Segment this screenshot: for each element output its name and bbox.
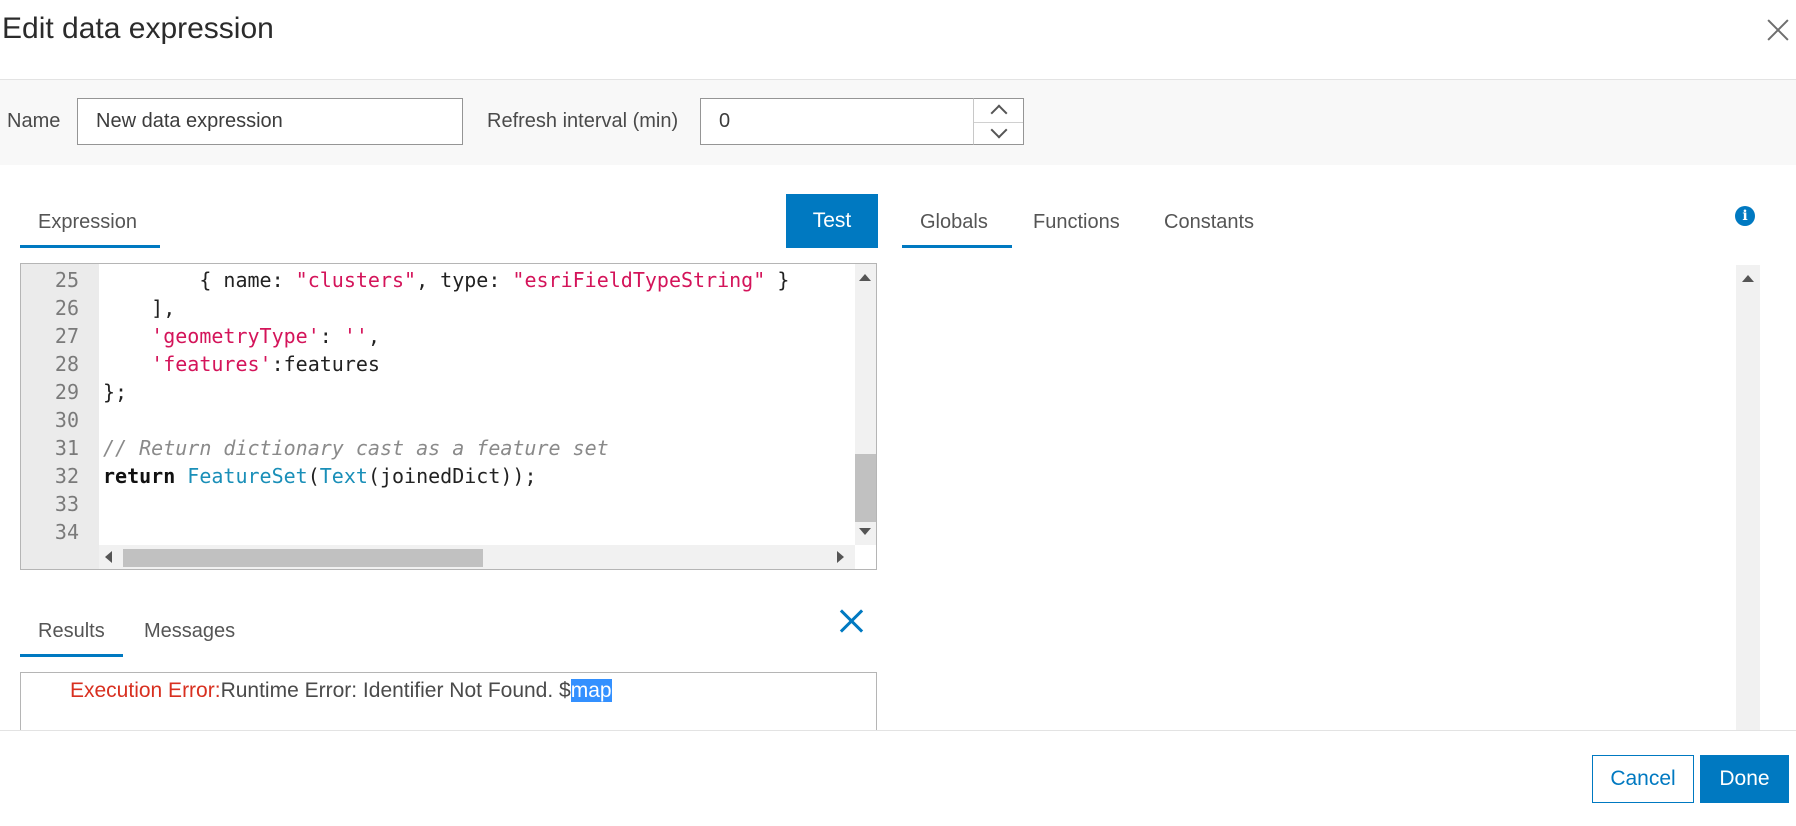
code-token: : (319, 324, 344, 348)
editor-vertical-scroll-thumb[interactable] (855, 454, 876, 522)
code-token: , type: (416, 268, 513, 292)
tab-constants[interactable]: Constants (1164, 211, 1254, 234)
code-token: ], (103, 296, 176, 320)
tab-expression[interactable]: Expression (38, 211, 137, 234)
info-icon[interactable]: i (1735, 206, 1755, 226)
dialog-title: Edit data expression (2, 12, 274, 45)
editor-horizontal-scroll-thumb[interactable] (123, 549, 483, 567)
code-line: // Return dictionary cast as a feature s… (103, 436, 609, 460)
right-panel-scrollbar[interactable] (1736, 265, 1760, 732)
chevron-up-icon (990, 104, 1008, 122)
code-token: return (103, 464, 176, 488)
clear-results-icon[interactable] (836, 606, 866, 636)
refresh-interval-input[interactable]: 0 (700, 98, 974, 145)
code-token: (joinedDict)); (367, 464, 537, 488)
code-token: ( (307, 464, 320, 488)
stepper-up-button[interactable] (974, 99, 1023, 123)
error-label: Execution Error: (70, 679, 221, 702)
tab-results[interactable]: Results (38, 620, 105, 643)
right-scroll-up-arrow-icon[interactable] (1742, 275, 1754, 282)
code-token: { name: (103, 268, 296, 292)
tab-messages[interactable]: Messages (144, 620, 235, 643)
code-token: "esriFieldTypeString" (512, 268, 766, 292)
code-token: :features (271, 352, 380, 376)
tab-expression-underline (20, 245, 160, 248)
cancel-button[interactable]: Cancel (1592, 755, 1694, 803)
code-token: "clusters" (295, 268, 417, 292)
name-input[interactable]: New data expression (77, 98, 463, 145)
code-token: , (367, 324, 380, 348)
code-token: Text (319, 464, 368, 488)
line-number: 29 (54, 380, 79, 404)
line-number: 25 (54, 268, 79, 292)
tab-functions[interactable]: Functions (1033, 211, 1120, 234)
stepper-down-button[interactable] (974, 121, 1023, 145)
line-number: 31 (54, 436, 79, 460)
code-token: }; (103, 380, 128, 404)
scroll-right-arrow-icon[interactable] (837, 551, 844, 563)
done-button[interactable]: Done (1700, 755, 1789, 803)
tab-results-underline (20, 654, 123, 657)
close-icon[interactable] (1762, 14, 1794, 46)
code-editor[interactable]: 25 26 27 28 29 30 31 32 33 34 { name: "clusters",… (20, 263, 877, 570)
code-token: FeatureSet (187, 464, 308, 488)
test-button[interactable]: Test (786, 194, 878, 248)
line-number: 26 (54, 296, 79, 320)
code-token: // Return dictionary cast as a feature s… (103, 436, 609, 460)
error-message: Execution Error:Runtime Error: Identifie… (70, 679, 612, 703)
code-line: 'geometryType': '', (103, 324, 380, 348)
line-number: 33 (54, 492, 79, 516)
line-number: 32 (54, 464, 79, 488)
refresh-interval-stepper (973, 98, 1024, 145)
results-panel: Execution Error:Runtime Error: Identifie… (20, 672, 877, 732)
chevron-down-icon (990, 121, 1008, 139)
scroll-left-arrow-icon[interactable] (105, 551, 112, 563)
line-number: 27 (54, 324, 79, 348)
code-line: ], (103, 296, 175, 320)
code-token: } (765, 268, 790, 292)
scroll-up-arrow-icon[interactable] (859, 274, 871, 281)
line-number: 34 (54, 520, 79, 544)
line-number: 28 (54, 352, 79, 376)
scroll-down-arrow-icon[interactable] (859, 528, 871, 535)
code-line: return FeatureSet(Text(joinedDict)); (103, 464, 537, 488)
tab-globals[interactable]: Globals (920, 211, 988, 234)
code-token: 'features' (151, 352, 272, 376)
code-line: }; (103, 380, 127, 404)
error-highlighted-text: map (570, 679, 612, 702)
name-label: Name (7, 110, 61, 132)
line-number: 30 (54, 408, 79, 432)
code-token: '' (343, 324, 368, 348)
dialog-footer (0, 730, 1796, 826)
tab-globals-underline (902, 245, 1012, 248)
code-token: 'geometryType' (151, 324, 320, 348)
code-line: 'features':features (103, 352, 380, 376)
code-line: { name: "clusters", type: "esriFieldType… (103, 268, 789, 292)
error-text: Runtime Error: Identifier Not Found. $ (220, 679, 571, 702)
refresh-interval-label: Refresh interval (min) (487, 110, 679, 132)
